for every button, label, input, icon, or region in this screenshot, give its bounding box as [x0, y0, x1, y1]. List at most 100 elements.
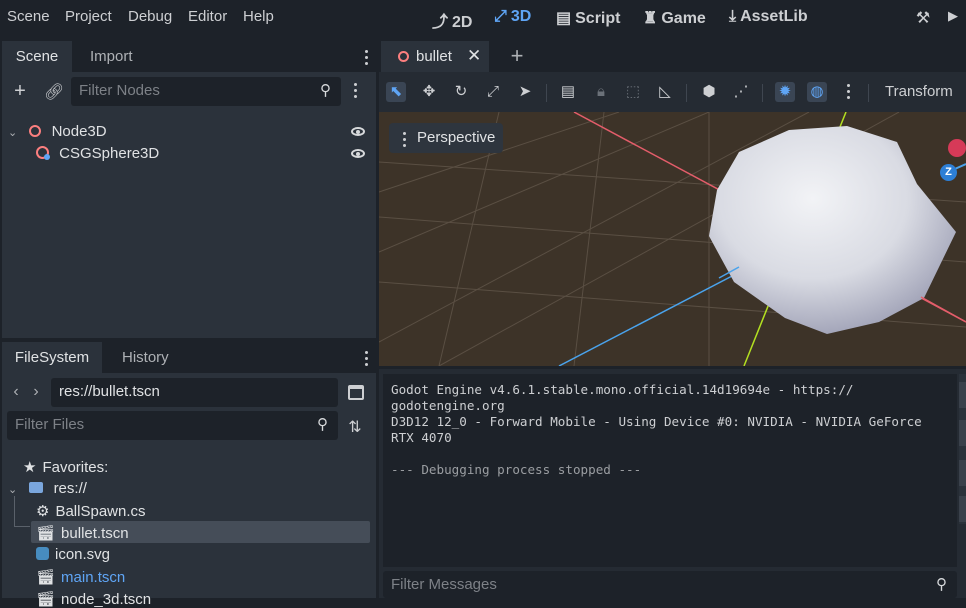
- environment-preview-icon[interactable]: ◍: [807, 82, 827, 102]
- local-space-icon[interactable]: ⬢: [699, 82, 719, 102]
- scene-tabbar: bullet ✕ +: [379, 40, 966, 72]
- csg-sphere-mesh: [709, 126, 956, 334]
- chevron-down-icon: ⌄: [8, 484, 18, 496]
- filesystem-dock-tabbar: FileSystem History: [0, 341, 376, 373]
- res-folder-item[interactable]: ⌄ res://: [8, 480, 87, 497]
- path-field[interactable]: res://bullet.tscn: [51, 378, 338, 407]
- menu-project[interactable]: Project: [65, 8, 112, 25]
- menu-editor[interactable]: Editor: [188, 8, 227, 25]
- workspace-3d-button[interactable]: ⤢ 3D: [494, 8, 531, 26]
- select-mode-icon[interactable]: ⬉: [386, 82, 406, 102]
- file-item[interactable]: ⚙ BallSpawn.cs: [36, 502, 146, 520]
- sun-preview-icon[interactable]: ✹: [775, 82, 795, 102]
- filesystem-dock-menu-icon[interactable]: [365, 351, 369, 369]
- visibility-eye-icon[interactable]: [351, 149, 365, 158]
- preview-menu-icon[interactable]: [847, 84, 851, 102]
- build-hammer-icon[interactable]: ⚒: [914, 8, 932, 28]
- tab-scene[interactable]: Scene: [2, 41, 72, 72]
- output-line: Godot Engine v4.6.1.stable.mono.official…: [391, 382, 854, 397]
- workspace-2d-button[interactable]: ⤴ 2D: [432, 8, 472, 32]
- gear-icon: ⚙: [36, 503, 50, 520]
- output-side-button[interactable]: [959, 420, 966, 446]
- back-arrow-icon[interactable]: ‹: [10, 383, 22, 401]
- clapper-icon: 🎬︎: [36, 591, 56, 608]
- add-node-icon[interactable]: +: [11, 80, 29, 102]
- filesystem-dock: ‹ › res://bullet.tscn Filter Files ⚲ ⇅ ★…: [2, 373, 376, 608]
- workspace-script-button[interactable]: ▤ Script: [556, 8, 620, 28]
- search-icon: ⚲: [317, 416, 328, 433]
- forward-arrow-icon[interactable]: ›: [30, 383, 42, 401]
- visibility-eye-icon[interactable]: [351, 127, 365, 136]
- add-tab-icon[interactable]: +: [507, 43, 527, 69]
- ruler-icon[interactable]: ▤: [558, 82, 578, 102]
- menu-debug[interactable]: Debug: [128, 8, 172, 25]
- 2d-icon: ⤴: [432, 14, 449, 31]
- scale-mode-icon[interactable]: ⤢: [483, 82, 503, 102]
- chevron-down-icon: ⌄: [8, 127, 18, 139]
- z-axis-line: [558, 261, 760, 366]
- measure-icon[interactable]: ◺: [655, 82, 675, 102]
- clapper-icon: 🎬︎: [36, 569, 56, 586]
- list-select-icon[interactable]: ➤: [515, 82, 535, 102]
- search-icon: ⚲: [936, 576, 947, 593]
- split-view-icon[interactable]: [348, 385, 364, 400]
- star-icon: ★: [23, 459, 37, 476]
- workspace-game-button[interactable]: ♜ Game: [643, 8, 706, 28]
- godot-icon: [36, 547, 49, 560]
- scene-dock-tabbar: Scene Import: [0, 40, 376, 72]
- output-side-button[interactable]: [959, 496, 966, 522]
- output-line: D3D12 12_0 - Forward Mobile - Using Devi…: [391, 414, 922, 429]
- tab-filesystem[interactable]: FileSystem: [2, 342, 102, 373]
- game-icon: ♜: [643, 10, 658, 27]
- move-mode-icon[interactable]: ✥: [419, 82, 439, 102]
- menu-scene[interactable]: Scene: [7, 8, 50, 25]
- node3d-icon: [398, 51, 409, 62]
- toolbar-divider: [868, 84, 869, 102]
- file-item[interactable]: 🎬︎ node_3d.tscn: [36, 590, 151, 608]
- rotate-mode-icon[interactable]: ↻: [451, 82, 471, 102]
- filter-nodes-input[interactable]: Filter Nodes ⚲: [71, 77, 341, 106]
- node3d-icon: [29, 125, 42, 137]
- transform-menu[interactable]: Transform: [885, 83, 953, 100]
- perspective-menu-icon: [403, 132, 407, 150]
- link-icon[interactable]: 🔗︎: [44, 82, 64, 102]
- tab-import[interactable]: Import: [90, 48, 133, 65]
- file-item[interactable]: 🎬︎ main.tscn: [36, 568, 125, 586]
- workspace-assetlib-button[interactable]: ⤓ AssetLib: [729, 8, 808, 26]
- csgsphere-icon: [36, 146, 50, 160]
- sort-icon[interactable]: ⇅: [346, 417, 364, 437]
- tree-guide-line: [14, 526, 30, 527]
- filter-files-input[interactable]: Filter Files ⚲: [7, 411, 338, 440]
- group-icon[interactable]: ⬚: [623, 82, 643, 102]
- 3d-viewport[interactable]: Perspective Z: [379, 112, 966, 366]
- output-side-button[interactable]: [959, 460, 966, 486]
- favorites-item[interactable]: ★ Favorites:: [23, 458, 108, 476]
- output-side-button[interactable]: [959, 382, 966, 408]
- perspective-menu-button[interactable]: Perspective: [389, 123, 503, 153]
- snap-icon[interactable]: ⋰: [731, 82, 751, 102]
- gizmo-z-handle[interactable]: Z: [940, 164, 957, 181]
- tree-guide-line: [14, 496, 15, 526]
- play-icon[interactable]: ▶: [945, 8, 961, 24]
- file-item[interactable]: icon.svg: [36, 546, 110, 563]
- scene-dock: + 🔗︎ Filter Nodes ⚲ ⌄ Node3D CSGSphere3D: [2, 72, 376, 338]
- viewport-toolbar: ⬉ ✥ ↻ ⤢ ➤ ▤ 🔒︎ ⬚ ◺ ⬢ ⋰ ✹ ◍ Transform: [379, 72, 966, 112]
- search-icon: ⚲: [320, 82, 331, 99]
- output-log[interactable]: Godot Engine v4.6.1.stable.mono.official…: [383, 374, 957, 567]
- toolbar-divider: [762, 84, 763, 102]
- assetlib-icon: ⤓: [729, 8, 737, 25]
- scene-tree-menu-icon[interactable]: [354, 83, 358, 101]
- tree-item-csgsphere3d[interactable]: CSGSphere3D: [36, 145, 159, 162]
- scene-dock-menu-icon[interactable]: [365, 50, 369, 68]
- file-item[interactable]: 🎬︎ bullet.tscn: [36, 524, 129, 542]
- output-line: --- Debugging process stopped ---: [391, 462, 642, 477]
- tab-bullet-scene[interactable]: bullet ✕: [381, 41, 489, 72]
- close-icon[interactable]: ✕: [467, 46, 481, 66]
- tree-item-node3d[interactable]: ⌄ Node3D: [8, 123, 107, 140]
- lock-icon[interactable]: 🔒︎: [591, 82, 611, 102]
- menu-help[interactable]: Help: [243, 8, 274, 25]
- clapper-icon: 🎬︎: [36, 525, 56, 542]
- tab-history[interactable]: History: [122, 349, 169, 366]
- filter-messages-input[interactable]: Filter Messages ⚲: [383, 571, 957, 598]
